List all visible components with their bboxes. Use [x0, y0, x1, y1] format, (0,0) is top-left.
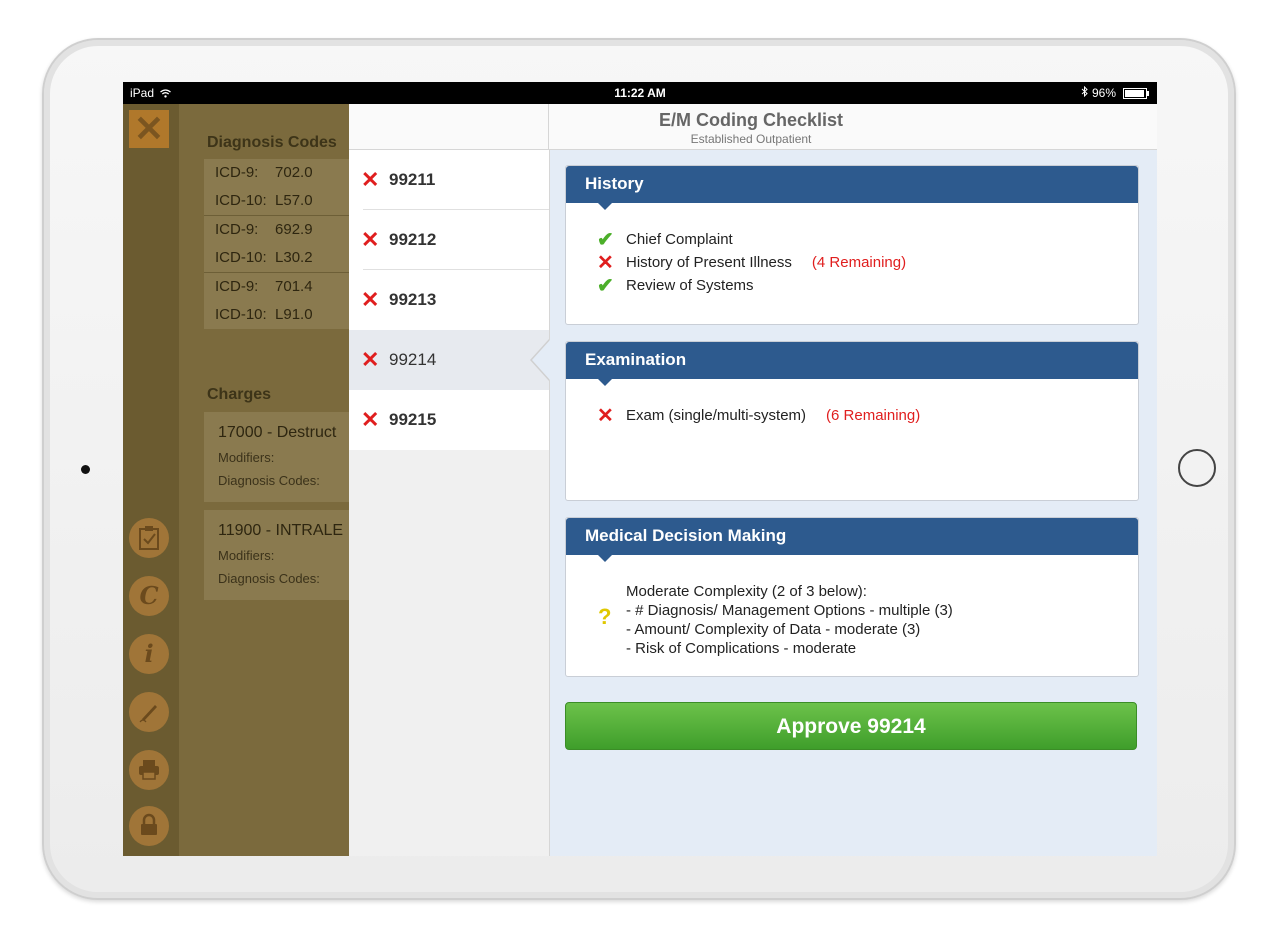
code-label: 99213	[389, 290, 437, 309]
signature-icon[interactable]	[129, 692, 169, 732]
lock-icon[interactable]	[129, 806, 169, 846]
fail-icon: ✕	[361, 347, 380, 372]
question-icon: ?	[598, 604, 612, 629]
mdm-heading: Medical Decision Making	[566, 518, 1138, 562]
code-item-99212[interactable]: ✕ 99212	[349, 210, 549, 270]
cross-icon: ✕	[597, 405, 614, 427]
remaining-count: (6 Remaining)	[826, 407, 921, 424]
fail-icon: ✕	[361, 167, 380, 192]
camera-icon	[81, 465, 90, 474]
code-item-99215[interactable]: ✕ 99215	[349, 390, 549, 450]
print-icon[interactable]	[129, 750, 169, 790]
code-label: 99215	[389, 410, 437, 429]
cross-icon: ✕	[597, 252, 614, 274]
page-subtitle: Established Outpatient	[690, 132, 812, 146]
checklist-item: ✕ History of Present Illness (4 Remainin…	[597, 252, 907, 274]
code-item-99211[interactable]: ✕ 99211	[349, 150, 549, 210]
code-item-99213[interactable]: ✕ 99213	[349, 270, 549, 330]
info-icon[interactable]: i	[129, 634, 169, 674]
panel-header: E/M Coding Checklist Established Outpati…	[349, 104, 1157, 150]
status-time: 11:22 AM	[614, 86, 666, 100]
checklist-item: ✔ Chief Complaint	[597, 229, 733, 251]
checklist-detail: History ✔ Chief Complaint ✕ History of P…	[550, 150, 1157, 856]
fail-icon: ✕	[361, 407, 380, 432]
approve-button[interactable]: Approve 99214	[565, 702, 1137, 750]
checklist-icon[interactable]	[129, 518, 169, 558]
status-bar: iPad 11:22 AM 96%	[123, 82, 1157, 104]
fail-icon: ✕	[361, 287, 380, 312]
bluetooth-icon	[1081, 85, 1088, 100]
battery-percent: 96%	[1091, 86, 1116, 100]
background-sidebar: ✕ C i	[123, 104, 179, 856]
check-icon: ✔	[597, 275, 614, 297]
check-icon: ✔	[597, 229, 614, 251]
code-list: ✕ 99211 ✕ 99212 ✕ 99213 ✕ 99214 ✕ 99215	[349, 150, 550, 856]
home-button[interactable]	[1178, 449, 1216, 487]
fail-icon: ✕	[361, 227, 380, 252]
history-heading: History	[566, 166, 1138, 210]
checklist-item: ✕ Exam (single/multi-system) (6 Remainin…	[597, 405, 921, 427]
checklist-item: ✔ Review of Systems	[597, 275, 754, 297]
remaining-count: (4 Remaining)	[811, 254, 907, 271]
mdm-details: Moderate Complexity (2 of 3 below): - # …	[626, 583, 953, 657]
code-label: 99214	[389, 350, 437, 369]
diagnosis-codes-heading: Diagnosis Codes	[207, 134, 337, 151]
charges-heading: Charges	[207, 386, 272, 403]
screen: iPad 11:22 AM 96% ✕ C i Diagnosis Codes …	[123, 82, 1157, 856]
coding-icon[interactable]: C	[129, 576, 169, 616]
close-icon[interactable]: ✕	[129, 110, 169, 148]
coding-checklist-panel: E/M Coding Checklist Established Outpati…	[349, 104, 1157, 856]
code-label: 99212	[389, 230, 437, 249]
history-card: History ✔ Chief Complaint ✕ History of P…	[565, 165, 1139, 325]
examination-heading: Examination	[566, 342, 1138, 386]
status-right: 96%	[1081, 85, 1149, 100]
page-title: E/M Coding Checklist	[658, 110, 844, 130]
code-item-99214[interactable]: ✕ 99214	[349, 330, 550, 390]
examination-card: Examination ✕ Exam (single/multi-system)…	[565, 341, 1139, 501]
code-label: 99211	[389, 170, 436, 189]
battery-icon	[1123, 87, 1149, 99]
medical-decision-making-card: Medical Decision Making ? Moderate Compl…	[565, 517, 1139, 677]
